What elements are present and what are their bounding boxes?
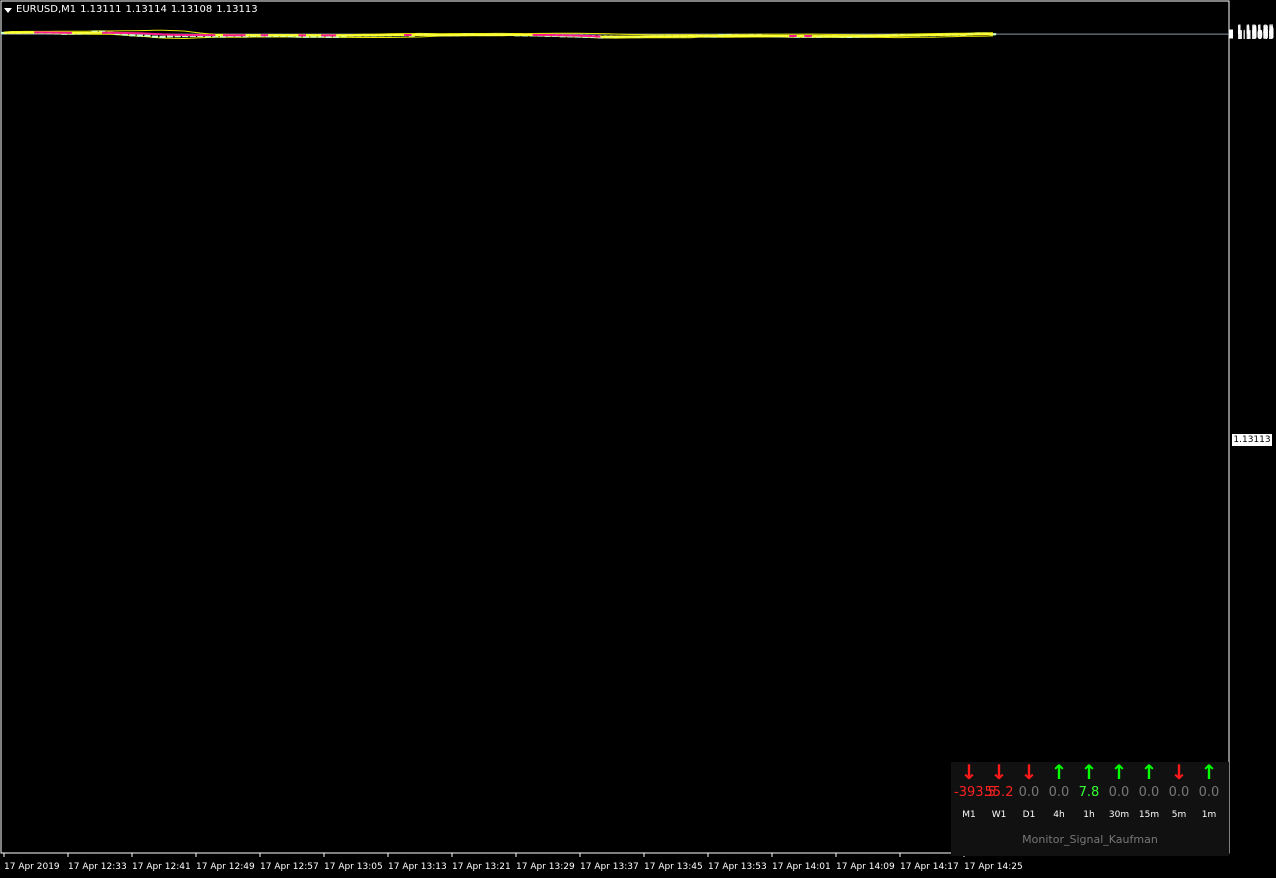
timeframe-label: 4h <box>1053 810 1065 820</box>
x-tick-label: 17 Apr 13:05 <box>324 862 383 872</box>
signal-value: 0.0 <box>1108 785 1130 800</box>
timeframe-label: 1m <box>1201 810 1217 820</box>
signal-arrow-up-icon: ↑ <box>1050 760 1068 784</box>
timeframe-label: 1h <box>1083 810 1095 820</box>
signal-value: -393.5 <box>954 785 996 800</box>
candle-body <box>144 34 151 37</box>
candle-body <box>121 33 128 36</box>
signal-arrow-down-icon: ↓ <box>960 760 978 784</box>
chart-frame <box>0 0 1230 854</box>
price-chart <box>0 0 1233 857</box>
x-tick-label: 17 Apr 12:57 <box>260 862 319 872</box>
signal-value: 0.0 <box>1048 785 1070 800</box>
signal-arrow-down-icon: ↓ <box>1020 760 1038 784</box>
chart-header: EURUSD,M1 1.13111 1.13114 1.13108 1.1311… <box>4 4 258 15</box>
signal-arrow-up-icon: ↑ <box>1200 760 1218 784</box>
candle-body <box>159 35 166 38</box>
x-tick-label: 17 Apr 13:37 <box>580 862 639 872</box>
ohlc-open: 1.13111 <box>80 4 122 15</box>
timeframe-label: 5m <box>1171 810 1187 820</box>
signal-value: 0.0 <box>1018 785 1040 800</box>
ohlc-high: 1.13114 <box>125 4 167 15</box>
x-tick-label: 17 Apr 13:45 <box>644 862 703 872</box>
x-tick-label: 17 Apr 14:01 <box>772 862 831 872</box>
ohlc-close: 1.13113 <box>216 4 258 15</box>
x-tick-label: 17 Apr 14:17 <box>900 862 959 872</box>
x-tick-label: 17 Apr 13:29 <box>516 862 575 872</box>
x-tick-label: 17 Apr 12:33 <box>68 862 127 872</box>
x-tick-label: 17 Apr 13:21 <box>452 862 511 872</box>
x-tick-label: 17 Apr 2019 <box>4 862 60 872</box>
y-tick-label: 1.13035 <box>1237 32 1275 42</box>
signal-arrow-up-icon: ↑ <box>1140 760 1158 784</box>
candle-body <box>136 34 143 37</box>
dropdown-icon[interactable] <box>4 8 12 13</box>
current-price-tag: 1.13113 <box>1232 434 1272 446</box>
signal-arrow-up-icon: ↑ <box>1110 760 1128 784</box>
signal-arrow-up-icon: ↑ <box>1080 760 1098 784</box>
x-tick-label: 17 Apr 12:41 <box>132 862 191 872</box>
timeframe-label: M1 <box>962 810 976 820</box>
timeframe-label: D1 <box>1022 810 1036 820</box>
signal-value: 0.0 <box>1198 785 1220 800</box>
candle-body <box>167 35 174 38</box>
candle-body <box>151 35 159 38</box>
timeframe-label: W1 <box>991 810 1007 820</box>
candle-body <box>325 35 332 38</box>
x-tick-label: 17 Apr 14:09 <box>836 862 895 872</box>
signal-value: 7.8 <box>1078 785 1100 800</box>
signal-arrow-down-icon: ↓ <box>1170 760 1188 784</box>
x-tick-label: 17 Apr 13:53 <box>708 862 767 872</box>
timeframe-label: 15m <box>1138 810 1160 820</box>
x-tick-label: 17 Apr 12:49 <box>196 862 255 872</box>
candle-body <box>129 34 136 37</box>
signal-monitor-panel: Monitor_Signal_Kaufman ↓ -393.5 M1 ↓ 55.2 W1 ↓… <box>951 762 1229 856</box>
candle-body <box>302 35 310 38</box>
x-tick-label: 17 Apr 14:25 <box>964 862 1023 872</box>
timeframe-label: 30m <box>1108 810 1130 820</box>
symbol-title: EURUSD,M1 <box>16 4 77 15</box>
ohlc-low: 1.13108 <box>170 4 213 15</box>
signal-arrow-down-icon: ↓ <box>990 760 1008 784</box>
signal-value: 0.0 <box>1168 785 1190 800</box>
x-tick-label: 17 Apr 13:13 <box>388 862 447 872</box>
signal-value: 55.2 <box>984 785 1014 800</box>
signal-value: 0.0 <box>1138 785 1160 800</box>
panel-title: Monitor_Signal_Kaufman <box>1022 833 1158 846</box>
